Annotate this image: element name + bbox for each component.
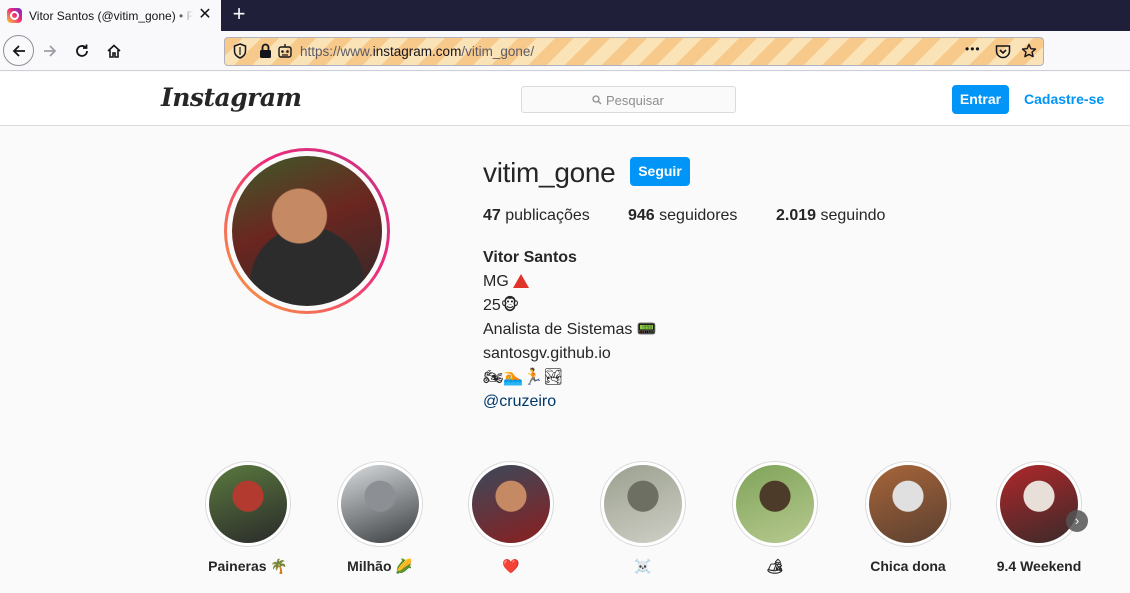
search-box[interactable] [521, 86, 736, 113]
posts-label: publicações [505, 207, 590, 224]
shield-icon[interactable] [233, 43, 247, 59]
avatar-ring-gap [227, 151, 387, 311]
arrow-left-icon [12, 44, 25, 57]
highlight-label: Chica dona [870, 558, 946, 574]
stat-following[interactable]: 2.019 seguindo [776, 207, 885, 225]
highlights-next-icon[interactable]: › [1066, 510, 1088, 532]
highlight-cover-image [604, 465, 682, 543]
bio-line-age: 25🐵 [483, 297, 520, 314]
instagram-header: Instagram Entrar Cadastre-se [0, 72, 1130, 126]
page-actions-menu-icon[interactable]: ••• [965, 42, 981, 56]
forward-button[interactable] [36, 37, 64, 65]
highlight-item[interactable]: Paineras 🌴 [183, 461, 313, 581]
home-button[interactable] [100, 37, 128, 65]
signup-link[interactable]: Cadastre-se [1024, 91, 1104, 107]
highlight-ring [996, 461, 1082, 547]
profile-username: vitim_gone [483, 157, 616, 188]
new-tab-button[interactable]: + [228, 2, 250, 28]
url-host: instagram.com [372, 44, 462, 59]
instagram-logo[interactable]: Instagram [161, 83, 302, 112]
bio-line-location: MG [483, 270, 529, 294]
highlight-ring [337, 461, 423, 547]
pocket-icon[interactable] [995, 44, 1011, 59]
followers-label: seguidores [659, 207, 738, 224]
stat-followers[interactable]: 946 seguidores [628, 207, 737, 225]
url-path: /vitim_gone/ [461, 44, 535, 59]
highlight-label: Paineras 🌴 [208, 558, 288, 574]
arrow-right-icon [44, 45, 57, 57]
address-bar[interactable]: https://www.instagram.com/vitim_gone/ ••… [224, 37, 1044, 66]
lock-icon[interactable] [259, 43, 272, 59]
posts-count: 47 [483, 207, 501, 224]
highlight-ring [865, 461, 951, 547]
highlight-item[interactable]: 🏕 [710, 461, 840, 581]
profile-avatar[interactable] [224, 148, 390, 314]
url-text[interactable]: https://www.instagram.com/vitim_gone/ [300, 44, 534, 59]
highlight-cover-image [736, 465, 814, 543]
bookmark-star-icon[interactable] [1021, 43, 1037, 59]
bio-line-job: Analista de Sistemas 📟 [483, 321, 657, 338]
reload-button[interactable] [68, 37, 96, 65]
highlight-label: ☠️ [634, 558, 652, 574]
avatar-photo [232, 156, 382, 306]
highlight-label: Milhão 🌽 [347, 558, 413, 574]
highlight-item[interactable]: Milhão 🌽 [315, 461, 445, 581]
highlight-ring [732, 461, 818, 547]
highlight-cover-image [472, 465, 550, 543]
highlight-item[interactable]: ☠️ [578, 461, 708, 581]
url-prefix: https://www. [300, 44, 373, 59]
reload-icon [76, 44, 88, 57]
bio-line-site: santosgv.github.io [483, 345, 611, 362]
following-count: 2.019 [776, 207, 817, 224]
search-input[interactable] [606, 91, 726, 109]
home-icon [107, 44, 121, 58]
bio-location-text: MG [483, 273, 509, 290]
login-button[interactable]: Entrar [952, 85, 1009, 114]
back-button[interactable] [3, 35, 34, 66]
highlight-label: 9.4 Weekend [996, 558, 1082, 574]
highlight-ring [600, 461, 686, 547]
robot-icon[interactable] [277, 43, 293, 59]
bio-full-name: Vitor Santos [483, 249, 577, 266]
tab-close-icon[interactable]: ✕ [196, 6, 214, 24]
bio-mention-link[interactable]: @cruzeiro [483, 390, 556, 414]
red-triangle-icon [512, 274, 529, 288]
browser-tab[interactable]: Vitor Santos (@vitim_gone) • Fotos e víd… [0, 0, 221, 31]
following-label: seguindo [820, 207, 886, 224]
follow-button[interactable]: Seguir [630, 157, 690, 186]
highlight-cover-image [869, 465, 947, 543]
bio-line-hobbies: 🏍🏊🏃🏞 [483, 369, 564, 386]
tab-title: Vitor Santos (@vitim_gone) • Fotos e víd… [29, 8, 194, 23]
browser-toolbar: https://www.instagram.com/vitim_gone/ ••… [0, 31, 1130, 71]
search-icon [592, 95, 602, 105]
highlight-cover-image [209, 465, 287, 543]
highlight-cover-image [1000, 465, 1078, 543]
browser-tab-strip: Vitor Santos (@vitim_gone) • Fotos e víd… [0, 0, 1130, 31]
highlight-label: ❤️ [502, 558, 520, 574]
highlight-cover-image [341, 465, 419, 543]
followers-count: 946 [628, 207, 655, 224]
highlight-item[interactable]: ❤️ [446, 461, 576, 581]
highlight-label: 🏕 [766, 558, 784, 574]
highlight-ring [468, 461, 554, 547]
instagram-favicon-icon [7, 8, 22, 23]
highlight-item[interactable]: Chica dona [843, 461, 973, 581]
highlight-ring [205, 461, 291, 547]
stat-posts: 47 publicações [483, 207, 590, 225]
